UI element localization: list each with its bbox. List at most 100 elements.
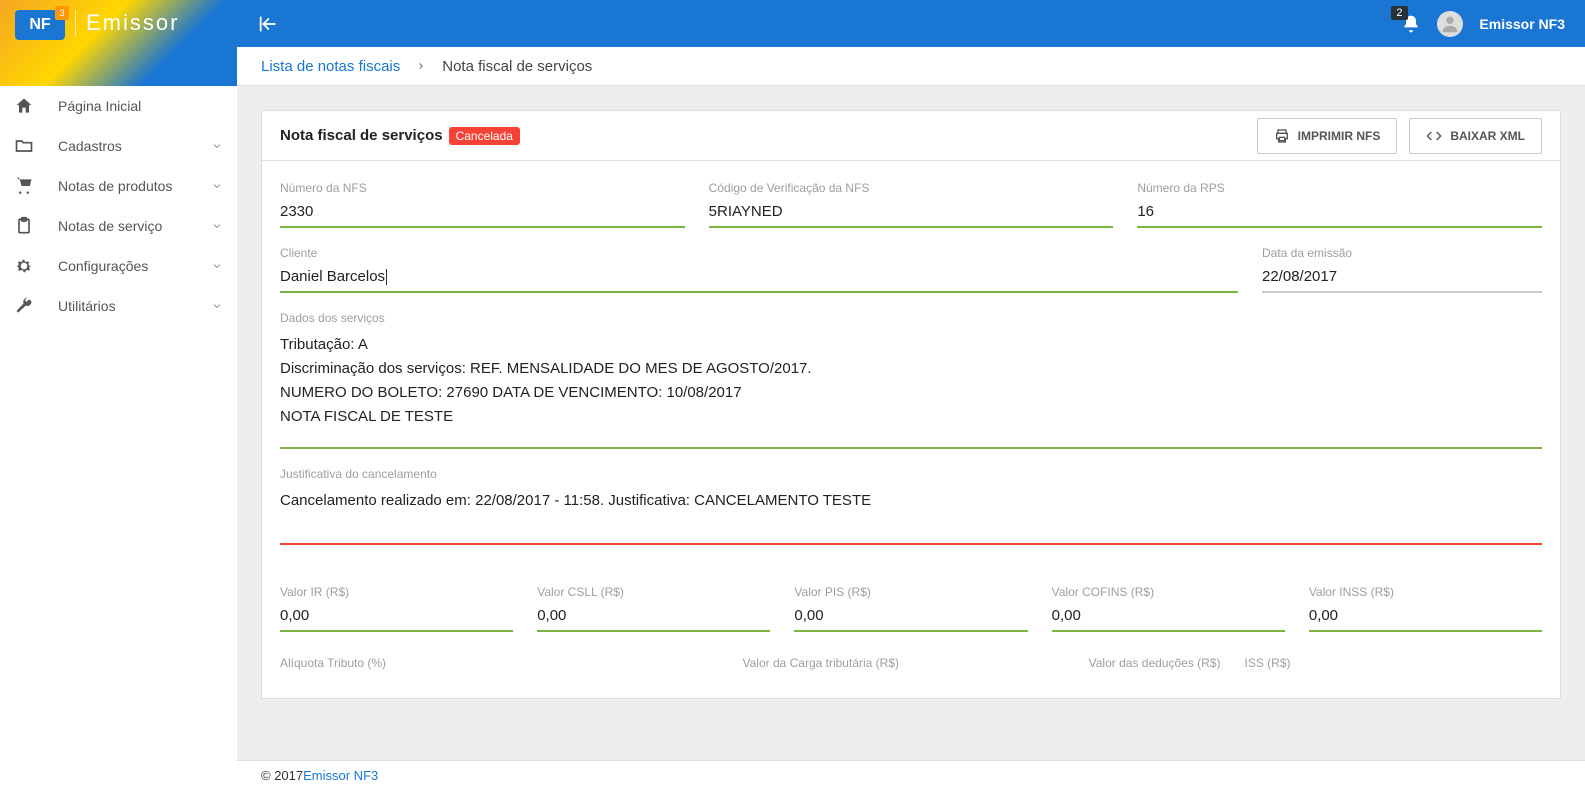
field-label: Data da emissão xyxy=(1262,246,1542,260)
user-avatar[interactable] xyxy=(1437,11,1463,37)
field-aliquota: Alíquota Tributo (%) xyxy=(280,656,578,674)
field-label: Valor INSS (R$) xyxy=(1309,585,1542,599)
notif-count: 2 xyxy=(1391,6,1407,20)
field-value[interactable]: 0,00 xyxy=(794,603,1027,632)
code-icon xyxy=(1426,128,1442,144)
notifications-button[interactable]: 2 xyxy=(1401,14,1421,34)
field-value[interactable]: 16 xyxy=(1137,199,1542,228)
print-label: IMPRIMIR NFS xyxy=(1298,129,1381,143)
field-justificativa: Justificativa do cancelamento Cancelamen… xyxy=(280,467,1542,545)
header-right: 2 Emissor NF3 xyxy=(1401,11,1565,37)
home-icon xyxy=(14,96,34,116)
field-label: Valor IR (R$) xyxy=(280,585,513,599)
sidebar-item-label: Utilitários xyxy=(58,298,116,314)
field-dados-servicos: Dados dos serviços Tributação: A Discrim… xyxy=(280,311,1542,449)
print-button[interactable]: IMPRIMIR NFS xyxy=(1257,118,1398,154)
logo: NF 3 xyxy=(15,10,65,40)
breadcrumb-current: Nota fiscal de serviços xyxy=(442,58,592,75)
field-label: Valor CSLL (R$) xyxy=(537,585,770,599)
sidebar-item-utilitarios[interactable]: Utilitários xyxy=(0,286,237,326)
field-valor-pis: Valor PIS (R$) 0,00 xyxy=(794,585,1027,632)
field-data-emissao: Data da emissão 22/08/2017 xyxy=(1262,246,1542,293)
field-cliente: Cliente Daniel Barcelos xyxy=(280,246,1238,293)
breadcrumb-link[interactable]: Lista de notas fiscais xyxy=(261,58,400,75)
field-value[interactable]: 0,00 xyxy=(280,603,513,632)
sidebar-collapse-button[interactable] xyxy=(257,13,279,35)
print-icon xyxy=(1274,128,1290,144)
chevron-down-icon xyxy=(211,220,223,232)
field-value[interactable]: 0,00 xyxy=(1309,603,1542,632)
username[interactable]: Emissor NF3 xyxy=(1479,16,1565,32)
brand-area[interactable]: NF 3 Emissor xyxy=(0,0,237,86)
field-label: Valor COFINS (R$) xyxy=(1052,585,1285,599)
field-value[interactable]: 0,00 xyxy=(537,603,770,632)
field-valor-csll: Valor CSLL (R$) 0,00 xyxy=(537,585,770,632)
field-label: Justificativa do cancelamento xyxy=(280,467,1542,481)
status-badge: Cancelada xyxy=(449,127,520,145)
clipboard-icon xyxy=(14,216,34,236)
card-actions: IMPRIMIR NFS BAIXAR XML xyxy=(1257,118,1542,154)
field-value[interactable]: 5RIAYNED xyxy=(709,199,1114,228)
sidebar-item-notas-produtos[interactable]: Notas de produtos xyxy=(0,166,237,206)
sidebar-item-label: Notas de serviço xyxy=(58,218,162,234)
field-valor-ir: Valor IR (R$) 0,00 xyxy=(280,585,513,632)
sidebar-item-cadastros[interactable]: Cadastros xyxy=(0,126,237,166)
download-xml-button[interactable]: BAIXAR XML xyxy=(1409,118,1542,154)
field-label: Cliente xyxy=(280,246,1238,260)
field-nfs-number: Número da NFS 2330 xyxy=(280,181,685,228)
field-label: Valor das deduções (R$) xyxy=(923,656,1221,670)
field-label: ISS (R$) xyxy=(1245,656,1543,670)
sidebar-item-label: Cadastros xyxy=(58,138,122,154)
field-rps-number: Número da RPS 16 xyxy=(1137,181,1542,228)
footer: © 2017 Emissor NF3 xyxy=(237,760,1585,790)
sidebar-item-home[interactable]: Página Inicial xyxy=(0,86,237,126)
header-main: 2 Emissor NF3 xyxy=(237,0,1585,47)
sidebar-item-label: Notas de produtos xyxy=(58,178,172,194)
chevron-down-icon xyxy=(211,140,223,152)
content-area: Nota fiscal de serviços Cancelada IMPRIM… xyxy=(237,86,1585,760)
folder-icon xyxy=(14,136,34,156)
sidebar-item-label: Página Inicial xyxy=(58,98,141,114)
sidebar-item-configuracoes[interactable]: Configurações xyxy=(0,246,237,286)
field-value[interactable]: Tributação: A Discriminação dos serviços… xyxy=(280,329,1542,449)
field-value[interactable]: 0,00 xyxy=(1052,603,1285,632)
chevron-down-icon xyxy=(211,300,223,312)
field-label: Valor da Carga tributária (R$) xyxy=(602,656,900,670)
field-label: Número da NFS xyxy=(280,181,685,195)
field-carga: Valor da Carga tributária (R$) xyxy=(602,656,900,674)
avatar-icon xyxy=(1439,13,1461,35)
card-header: Nota fiscal de serviços Cancelada IMPRIM… xyxy=(262,111,1560,161)
field-value[interactable]: Daniel Barcelos xyxy=(280,264,1238,293)
chevron-down-icon xyxy=(211,260,223,272)
field-label: Alíquota Tributo (%) xyxy=(280,656,578,670)
cart-icon xyxy=(14,176,34,196)
field-label: Código de Verificação da NFS xyxy=(709,181,1114,195)
field-valor-inss: Valor INSS (R$) 0,00 xyxy=(1309,585,1542,632)
field-label: Número da RPS xyxy=(1137,181,1542,195)
logo-text: NF xyxy=(29,16,50,34)
field-label: Dados dos serviços xyxy=(280,311,1542,325)
wrench-icon xyxy=(14,296,34,316)
footer-link[interactable]: Emissor NF3 xyxy=(303,768,378,783)
field-iss: ISS (R$) xyxy=(1245,656,1543,674)
field-value[interactable]: Cancelamento realizado em: 22/08/2017 - … xyxy=(280,485,1542,545)
brand-divider xyxy=(75,10,76,36)
footer-copyright: © 2017 xyxy=(261,768,303,783)
field-value[interactable]: 2330 xyxy=(280,199,685,228)
sidebar-item-notas-servico[interactable]: Notas de serviço xyxy=(0,206,237,246)
logo-sup: 3 xyxy=(55,6,69,20)
text-cursor xyxy=(386,269,387,285)
card-body: Número da NFS 2330 Código de Verificação… xyxy=(262,161,1560,698)
brand-name: Emissor xyxy=(86,10,179,36)
field-label: Valor PIS (R$) xyxy=(794,585,1027,599)
collapse-icon xyxy=(257,13,279,35)
nfs-card: Nota fiscal de serviços Cancelada IMPRIM… xyxy=(261,110,1561,699)
field-deducoes: Valor das deduções (R$) xyxy=(923,656,1221,674)
field-value[interactable]: 22/08/2017 xyxy=(1262,264,1542,293)
gear-icon xyxy=(14,256,34,276)
card-title: Nota fiscal de serviços xyxy=(280,127,443,144)
field-valor-cofins: Valor COFINS (R$) 0,00 xyxy=(1052,585,1285,632)
sidebar-item-label: Configurações xyxy=(58,258,148,274)
chevron-down-icon xyxy=(211,180,223,192)
xml-label: BAIXAR XML xyxy=(1450,129,1525,143)
